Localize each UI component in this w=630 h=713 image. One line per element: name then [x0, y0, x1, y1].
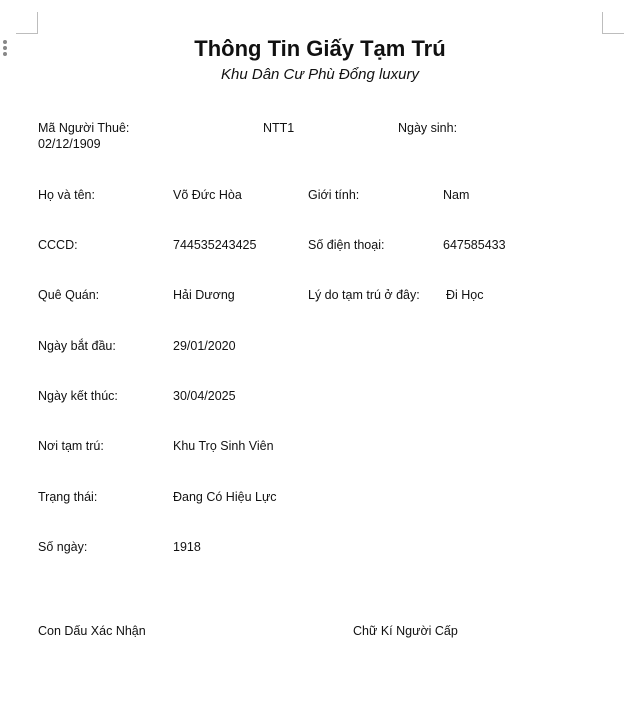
- field-label: Nơi tạm trú:: [38, 439, 104, 453]
- tenant-id-label: Mã Người Thuê:: [38, 121, 130, 135]
- field-value: Khu Trọ Sinh Viên: [173, 439, 274, 453]
- field-value: Nam: [443, 188, 470, 202]
- field-label: Số ngày:: [38, 540, 88, 554]
- dob-value: 02/12/1909: [38, 137, 101, 151]
- field-label: Lý do tạm trú ở đây:: [308, 288, 420, 302]
- field-label: Trạng thái:: [38, 490, 98, 504]
- margin-corner-mark: [37, 12, 38, 34]
- field-value: Đi Học: [446, 288, 484, 302]
- field-value: 1918: [173, 540, 201, 554]
- margin-corner-mark: [602, 33, 624, 34]
- field-label: Họ và tên:: [38, 188, 95, 202]
- field-value: Võ Đức Hòa: [173, 188, 242, 202]
- field-label: Số điện thoại:: [308, 238, 385, 252]
- field-value: Đang Có Hiệu Lực: [173, 490, 277, 504]
- field-value: 29/01/2020: [173, 339, 236, 353]
- margin-corner-mark: [602, 12, 603, 34]
- field-label: Ngày kết thúc:: [38, 389, 118, 403]
- signature-label: Chữ Kí Người Cấp: [353, 624, 458, 638]
- field-value: 744535243425: [173, 238, 257, 252]
- field-value: Hải Dương: [173, 288, 235, 302]
- field-label: Giới tính:: [308, 188, 360, 202]
- field-label: Quê Quán:: [38, 288, 100, 302]
- field-label: CCCD:: [38, 238, 78, 252]
- tenant-id-value: NTT1: [263, 121, 295, 135]
- field-value: 30/04/2025: [173, 389, 236, 403]
- margin-corner-mark: [16, 33, 38, 34]
- field-value: 647585433: [443, 238, 506, 252]
- document-subtitle: Khu Dân Cư Phù Đổng luxury: [221, 66, 419, 83]
- field-label: Ngày bắt đầu:: [38, 339, 116, 353]
- dob-label: Ngày sinh:: [398, 121, 458, 135]
- stamp-label: Con Dấu Xác Nhận: [38, 624, 146, 638]
- document-title: Thông Tin Giấy Tạm Trú: [194, 36, 446, 61]
